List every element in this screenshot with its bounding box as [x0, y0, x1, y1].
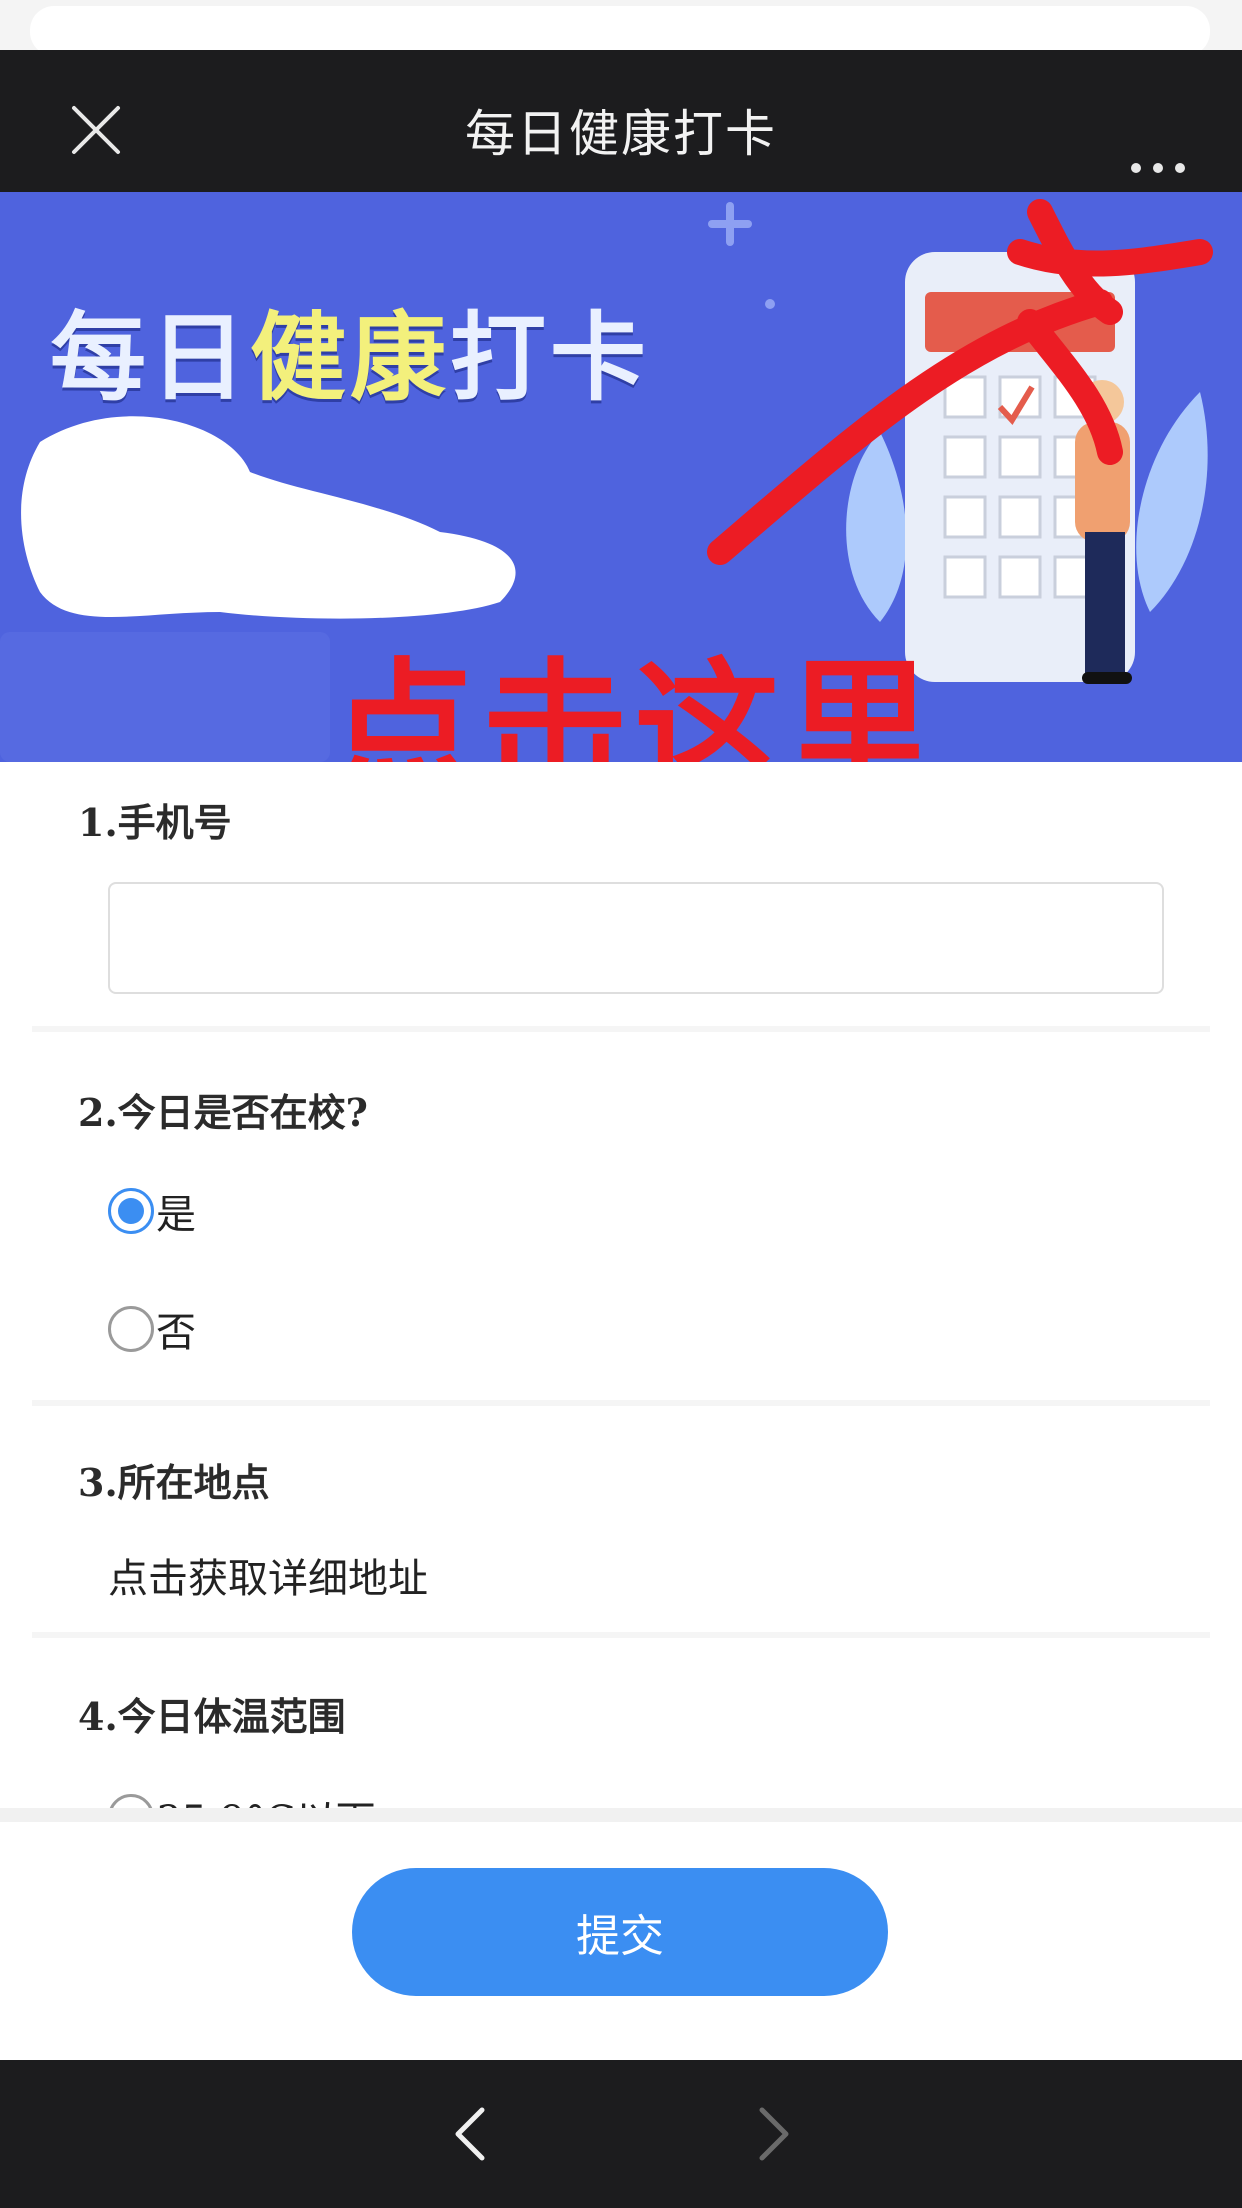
more-icon[interactable] — [1128, 158, 1188, 178]
radio-option-no[interactable]: 否 — [108, 1300, 196, 1358]
get-location-link[interactable]: 点击获取详细地址 — [108, 1546, 428, 1604]
banner-title: 每日健康打卡 — [50, 302, 650, 414]
question-1-title: 1.手机号 — [78, 800, 232, 845]
question-4-title: 4.今日体温范围 — [78, 1694, 346, 1739]
action-area: 提交 — [0, 1808, 1242, 2058]
radio-unselected-icon[interactable] — [108, 1306, 154, 1352]
submit-button[interactable]: 提交 — [352, 1868, 888, 1996]
divider — [32, 1026, 1210, 1032]
radio-selected-icon[interactable] — [108, 1188, 154, 1234]
divider — [32, 1632, 1210, 1638]
divider — [0, 1808, 1242, 1822]
bottom-navigation — [0, 2060, 1242, 2208]
page-title: 每日健康打卡 — [465, 105, 777, 163]
radio-option-yes[interactable]: 是 — [108, 1182, 196, 1240]
question-3-title: 3.所在地点 — [78, 1460, 270, 1505]
divider — [32, 1400, 1210, 1406]
title-bar: 每日健康打卡 — [0, 50, 1242, 192]
question-2-title: 2.今日是否在校? — [78, 1090, 368, 1135]
phone-number-input[interactable] — [108, 882, 1164, 994]
status-bar-redaction — [30, 6, 1210, 56]
click-here-annotation: 点击这里 — [330, 645, 938, 762]
chevron-left-icon[interactable] — [446, 2102, 496, 2166]
chevron-right-icon[interactable] — [748, 2102, 798, 2166]
banner[interactable]: 每日健康打卡 点击这里 — [0, 192, 1242, 762]
